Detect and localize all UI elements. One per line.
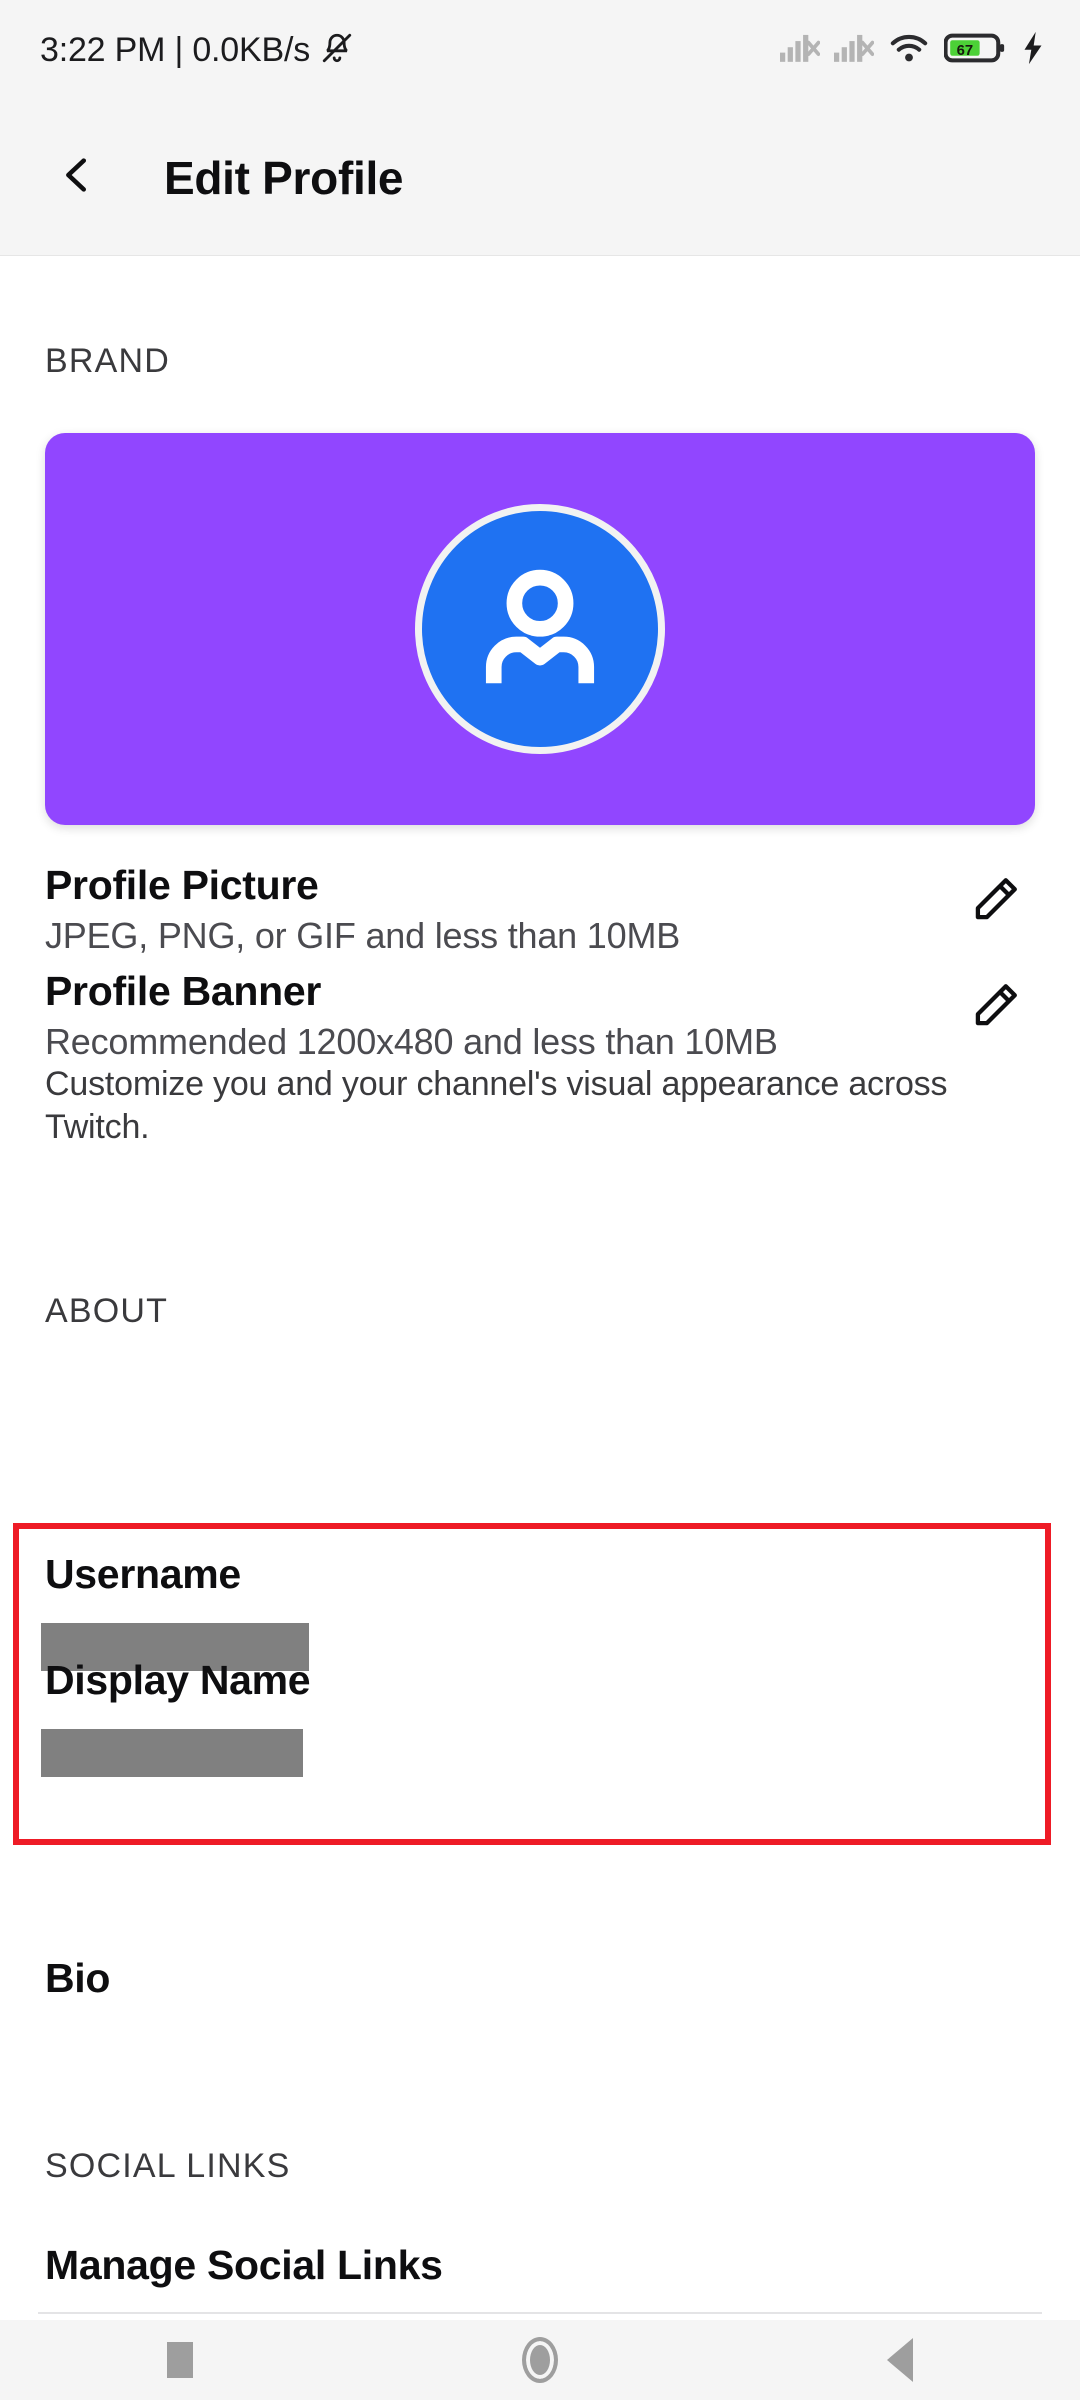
status-bar-right: 67 <box>780 31 1046 70</box>
nav-home-button[interactable] <box>465 2320 615 2400</box>
pencil-edit-icon <box>968 979 1022 1038</box>
page-title: Edit Profile <box>164 151 404 204</box>
status-bar: 3:22 PM | 0.0KB/s 67 <box>0 0 1080 100</box>
phone-screen: 3:22 PM | 0.0KB/s 67 Edit Profile BRAND … <box>0 0 1080 2400</box>
brand-description: Customize you and your channel's visual … <box>45 1065 948 1146</box>
triangle-back-icon <box>887 2338 913 2382</box>
back-button[interactable] <box>22 123 132 233</box>
person-avatar-icon <box>465 552 615 707</box>
nav-recents-button[interactable] <box>105 2320 255 2400</box>
manage-social-links-item[interactable]: Manage Social Links <box>45 2242 443 2289</box>
section-header-brand: BRAND <box>45 342 171 380</box>
row-profile-banner-text: Profile Banner Recommended 1200x480 and … <box>45 968 778 1063</box>
wifi-icon <box>888 31 930 70</box>
row-profile-banner-subtitle: Recommended 1200x480 and less than 10MB <box>45 1021 778 1062</box>
signal-no-sim-icon-2 <box>834 32 875 69</box>
display-name-input[interactable] <box>41 1729 303 1777</box>
battery-icon: 67 <box>943 32 1006 69</box>
scroll-content[interactable]: BRAND Profile Picture JPEG, PNG, or GIF … <box>0 257 1080 2320</box>
status-clock-network: 3:22 PM | 0.0KB/s <box>40 30 311 69</box>
row-profile-banner[interactable]: Profile Banner Recommended 1200x480 and … <box>0 968 1080 1063</box>
chevron-left-icon <box>54 152 100 203</box>
android-nav-bar <box>0 2320 1080 2400</box>
section-header-about: ABOUT <box>45 1292 169 1330</box>
status-bar-left: 3:22 PM | 0.0KB/s <box>40 31 354 70</box>
row-profile-picture-subtitle: JPEG, PNG, or GIF and less than 10MB <box>45 915 681 956</box>
row-profile-picture-text: Profile Picture JPEG, PNG, or GIF and le… <box>45 862 680 957</box>
bell-muted-icon <box>320 31 354 70</box>
pencil-edit-icon <box>968 873 1022 932</box>
label-bio: Bio <box>45 1955 111 2001</box>
square-recents-icon <box>167 2342 193 2378</box>
label-username: Username <box>45 1551 241 1597</box>
profile-banner-preview[interactable] <box>45 433 1035 825</box>
label-display-name: Display Name <box>45 1657 311 1703</box>
avatar[interactable] <box>415 504 665 754</box>
signal-no-sim-icon-1 <box>780 32 821 69</box>
section-header-social-links: SOCIAL LINKS <box>45 2147 291 2185</box>
charging-bolt-icon <box>1020 31 1046 70</box>
row-profile-banner-title: Profile Banner <box>45 968 322 1014</box>
row-profile-picture[interactable]: Profile Picture JPEG, PNG, or GIF and le… <box>0 862 1080 957</box>
content-divider <box>38 2312 1042 2314</box>
row-profile-picture-title: Profile Picture <box>45 862 319 908</box>
edit-profile-picture-button[interactable] <box>955 862 1035 942</box>
app-bar: Edit Profile <box>0 100 1080 256</box>
battery-percent-text: 67 <box>957 43 974 59</box>
edit-profile-banner-button[interactable] <box>955 968 1035 1048</box>
circle-home-icon <box>522 2337 558 2383</box>
nav-back-button[interactable] <box>825 2320 975 2400</box>
